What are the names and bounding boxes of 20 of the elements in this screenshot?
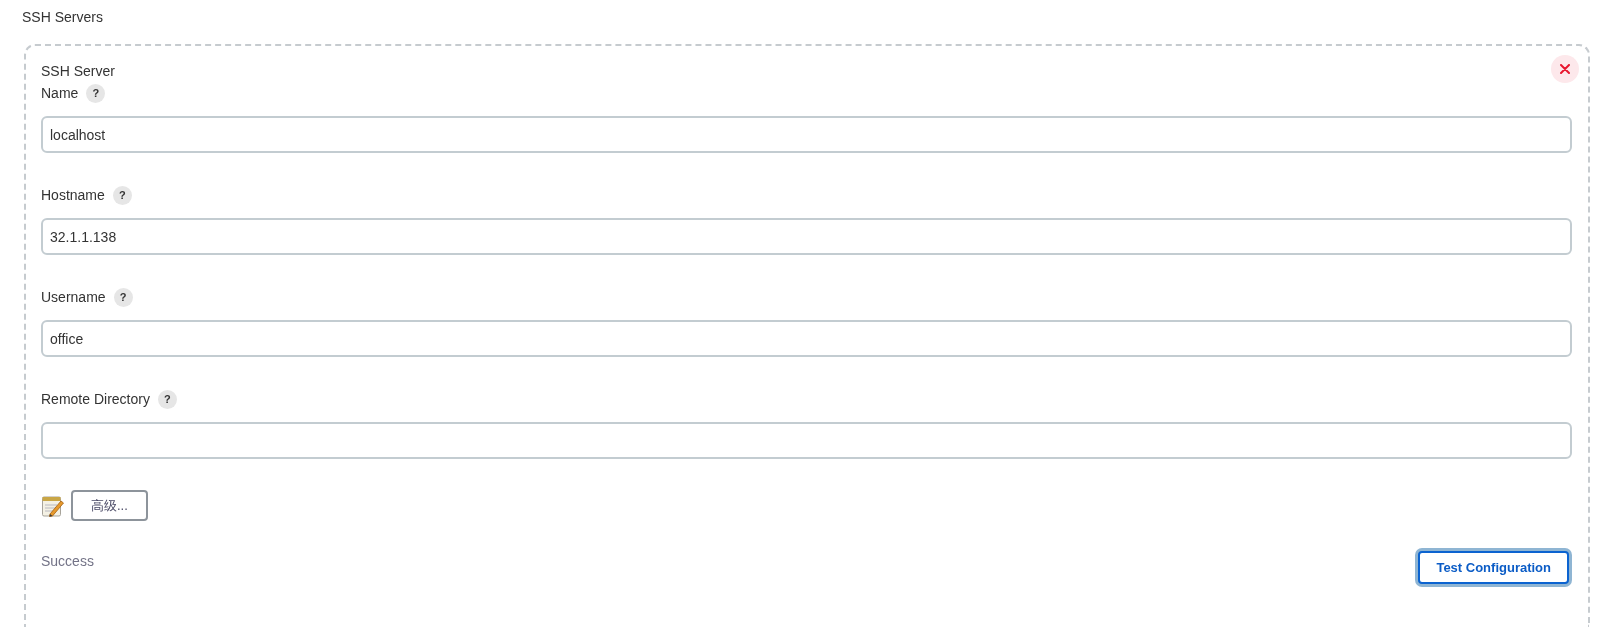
test-configuration-button[interactable]: Test Configuration [1418, 551, 1569, 584]
help-icon[interactable]: ? [112, 185, 132, 205]
field-label: Hostname [41, 186, 105, 205]
close-button[interactable] [1551, 55, 1579, 83]
notepad-pencil-icon [41, 494, 64, 517]
field-label: Remote Directory [41, 390, 150, 409]
help-icon[interactable]: ? [113, 287, 133, 307]
panel-title: SSH Server [41, 62, 115, 81]
text-field[interactable]: localhost [41, 116, 1572, 153]
advanced-button[interactable]: 高级... [71, 490, 148, 521]
help-icon[interactable]: ? [157, 389, 177, 409]
status-message: Success [41, 552, 94, 571]
section-title: SSH Servers [22, 8, 103, 27]
field-label: Username [41, 288, 106, 307]
text-field[interactable] [41, 422, 1572, 459]
text-field[interactable]: office [41, 320, 1572, 357]
help-icon[interactable]: ? [86, 83, 106, 103]
close-icon [1560, 64, 1570, 74]
text-field[interactable]: 32.1.1.138 [41, 218, 1572, 255]
field-label: Name [41, 84, 79, 103]
